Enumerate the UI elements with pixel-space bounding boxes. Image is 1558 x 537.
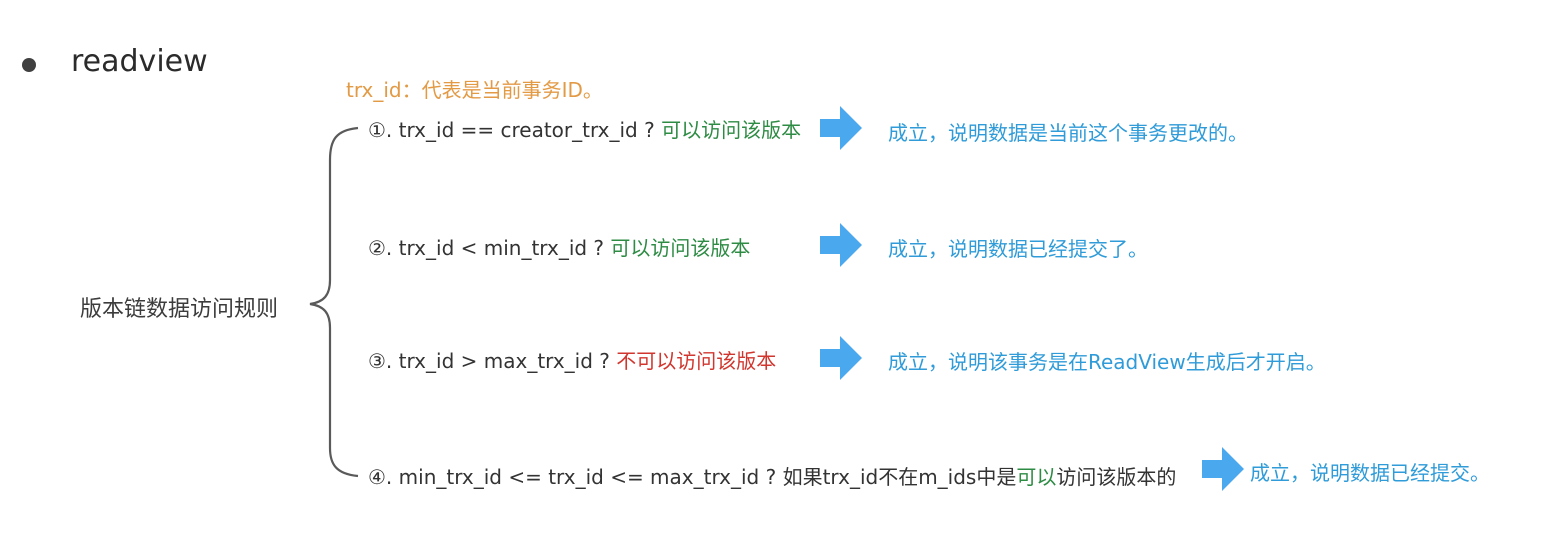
rule-2-number: ②. xyxy=(368,236,393,260)
bullet-dot-icon xyxy=(22,58,36,72)
rule-4-condition: min_trx_id <= trx_id <= max_trx_id ? 如果t… xyxy=(392,465,1017,489)
rule-2: ②. trx_id < min_trx_id ? 可以访问该版本 xyxy=(368,232,750,261)
rule-3-verdict: 不可以访问该版本 xyxy=(616,349,777,373)
rule-3-number: ③. xyxy=(368,349,393,373)
rule-1: ①. trx_id == creator_trx_id ? 可以访问该版本 xyxy=(368,114,801,143)
trx-id-note: trx_id：代表是当前事务ID。 xyxy=(346,78,603,102)
rule-4-tail: 访问该版本的 xyxy=(1056,465,1177,489)
rule-2-result: 成立，说明数据已经提交了。 xyxy=(888,237,1148,261)
rule-1-result: 成立，说明数据是当前这个事务更改的。 xyxy=(888,121,1248,145)
rule-2-condition: trx_id < min_trx_id ? xyxy=(392,236,611,260)
right-arrow-icon xyxy=(820,336,862,380)
rule-1-condition: trx_id == creator_trx_id ? xyxy=(392,118,662,142)
rule-4-number: ④. xyxy=(368,465,393,489)
right-arrow-icon xyxy=(820,106,862,150)
rule-2-verdict: 可以访问该版本 xyxy=(610,236,751,260)
left-curly-brace xyxy=(309,126,359,478)
rule-4-result: 成立，说明数据已经提交。 xyxy=(1250,461,1490,485)
rule-3-condition: trx_id > max_trx_id ? xyxy=(392,349,617,373)
right-arrow-icon xyxy=(820,223,862,267)
bullet-title: readview xyxy=(71,44,208,79)
rule-4: ④. min_trx_id <= trx_id <= max_trx_id ? … xyxy=(368,461,1176,490)
rule-1-verdict: 可以访问该版本 xyxy=(661,118,802,142)
rule-1-number: ①. xyxy=(368,118,393,142)
rule-3: ③. trx_id > max_trx_id ? 不可以访问该版本 xyxy=(368,345,776,374)
right-arrow-icon xyxy=(1202,447,1244,491)
rule-3-result: 成立，说明该事务是在ReadView生成后才开启。 xyxy=(888,350,1326,374)
rule-4-verdict: 可以 xyxy=(1016,465,1057,489)
rules-label: 版本链数据访问规则 xyxy=(80,297,279,322)
